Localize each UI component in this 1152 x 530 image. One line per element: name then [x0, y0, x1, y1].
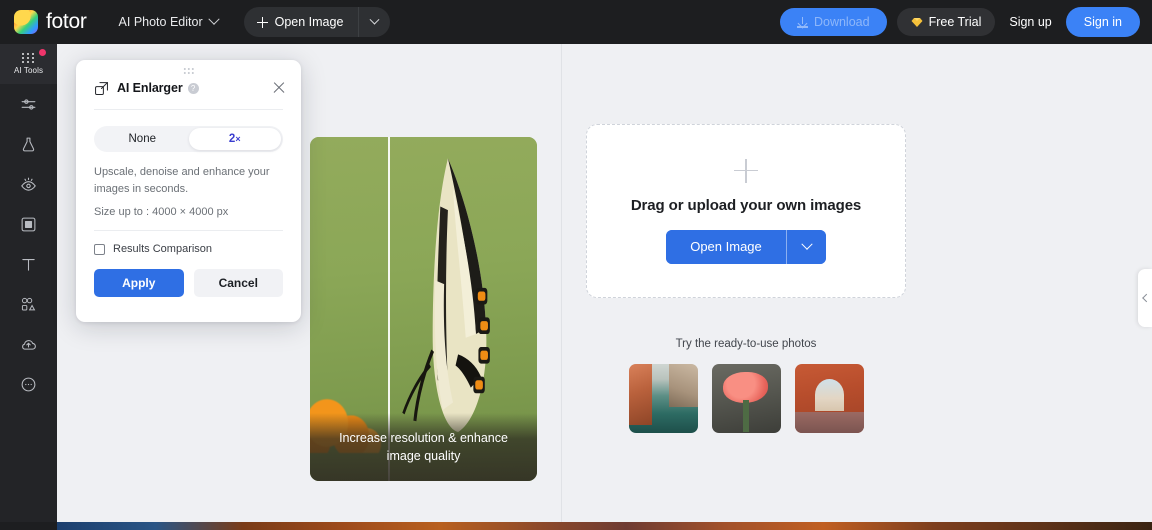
sidebar-item-more[interactable] [0, 364, 57, 404]
ready-photo-pink-peonies[interactable] [712, 364, 781, 433]
open-image-button[interactable]: Open Image [244, 7, 359, 37]
left-tool-sidebar: AI Tools [0, 44, 57, 522]
fotor-app-window: fotor AI Photo Editor Open Image Downloa… [0, 0, 1152, 530]
panel-action-row: Apply Cancel [94, 269, 283, 297]
brand-logo[interactable]: fotor [14, 10, 87, 34]
beauty-eye-icon [20, 176, 37, 193]
sign-in-button[interactable]: Sign in [1066, 7, 1140, 37]
download-button[interactable]: Download [780, 8, 887, 36]
scale-segmented-control: None 2× [94, 126, 283, 152]
ready-photos-title: Try the ready-to-use photos [586, 338, 906, 350]
dropzone-open-image-group: Open Image [666, 230, 826, 264]
results-comparison-checkbox[interactable] [94, 244, 105, 255]
cloud-upload-icon [20, 336, 37, 353]
chevron-left-icon [1142, 294, 1150, 302]
dropzone-open-image-button[interactable]: Open Image [666, 230, 786, 264]
panel-divider-top [94, 109, 283, 110]
free-trial-label: Free Trial [929, 15, 982, 29]
ready-photo-terracotta-archway[interactable] [795, 364, 864, 433]
top-header-bar: fotor AI Photo Editor Open Image Downloa… [0, 0, 1152, 44]
editor-mode-label: AI Photo Editor [119, 15, 203, 29]
dot-grid-icon [22, 53, 35, 64]
enlarge-icon [94, 81, 109, 96]
brand-name: fotor [46, 10, 87, 34]
sidebar-item-beauty[interactable] [0, 164, 57, 204]
panel-title: AI Enlarger [117, 81, 183, 95]
free-trial-button[interactable]: Free Trial [897, 8, 996, 36]
plus-icon [257, 17, 268, 28]
fotor-logo-icon [14, 10, 38, 34]
results-comparison-row[interactable]: Results Comparison [94, 243, 283, 255]
open-image-dropdown-button[interactable] [358, 7, 390, 37]
download-icon [797, 17, 808, 28]
underlying-image-strip [57, 522, 1152, 530]
scale-option-none[interactable]: None [96, 128, 189, 150]
panel-description: Upscale, denoise and enhance your images… [94, 164, 283, 197]
more-circle-icon [20, 376, 37, 393]
apply-button[interactable]: Apply [94, 269, 184, 297]
upload-dropzone[interactable]: Drag or upload your own images Open Imag… [586, 124, 906, 298]
panel-header: AI Enlarger ? [76, 60, 301, 96]
ai-enlarger-panel: AI Enlarger ? None 2× Upscale, denoise a… [76, 60, 301, 322]
notification-badge [39, 49, 46, 56]
drag-dots-icon[interactable] [183, 68, 193, 74]
butterfly-illustration [392, 151, 519, 447]
dropzone-open-image-dropdown[interactable] [786, 230, 826, 264]
elements-shapes-icon [20, 296, 37, 313]
open-image-label: Open Image [275, 15, 344, 29]
panel-collapse-handle[interactable] [1138, 269, 1152, 327]
sidebar-item-adjust[interactable] [0, 84, 57, 124]
results-comparison-label: Results Comparison [113, 243, 212, 255]
adjust-sliders-icon [20, 96, 37, 113]
retouch-flask-icon [20, 136, 37, 153]
chevron-down-icon [370, 14, 380, 24]
question-mark-icon[interactable]: ? [188, 83, 199, 94]
frame-icon [20, 216, 37, 233]
diamond-icon [911, 17, 923, 28]
sidebar-item-text[interactable] [0, 244, 57, 284]
panel-size-note: Size up to : 4000 × 4000 px [94, 206, 283, 218]
plus-icon [734, 159, 758, 183]
scale-option-2x-suffix: × [235, 134, 240, 144]
sidebar-item-upload[interactable] [0, 324, 57, 364]
sign-up-link[interactable]: Sign up [1005, 15, 1055, 29]
sidebar-item-ai-tools[interactable]: AI Tools [0, 44, 57, 84]
chevron-down-icon [208, 14, 219, 25]
sidebar-item-label: AI Tools [14, 66, 43, 75]
preview-caption: Increase resolution & enhance image qual… [310, 413, 537, 481]
sidebar-item-elements[interactable] [0, 284, 57, 324]
cancel-button[interactable]: Cancel [194, 269, 284, 297]
scale-option-2x[interactable]: 2× [189, 128, 282, 150]
panel-divider-bottom [94, 230, 283, 231]
open-image-button-group: Open Image [244, 7, 391, 37]
ai-enlarger-preview-card[interactable]: Increase resolution & enhance image qual… [310, 137, 537, 481]
editor-mode-selector[interactable]: AI Photo Editor [119, 15, 218, 29]
sidebar-item-retouch[interactable] [0, 124, 57, 164]
chevron-down-icon [801, 238, 812, 249]
ready-photo-venice-canal[interactable] [629, 364, 698, 433]
sidebar-item-frame[interactable] [0, 204, 57, 244]
header-actions: Download Free Trial Sign up Sign in [780, 7, 1140, 37]
ready-photos-list [586, 364, 906, 433]
dropzone-title: Drag or upload your own images [631, 197, 861, 214]
download-label: Download [814, 15, 870, 29]
text-icon [20, 256, 37, 273]
close-icon[interactable] [271, 80, 287, 96]
canvas-vertical-divider [561, 44, 562, 522]
